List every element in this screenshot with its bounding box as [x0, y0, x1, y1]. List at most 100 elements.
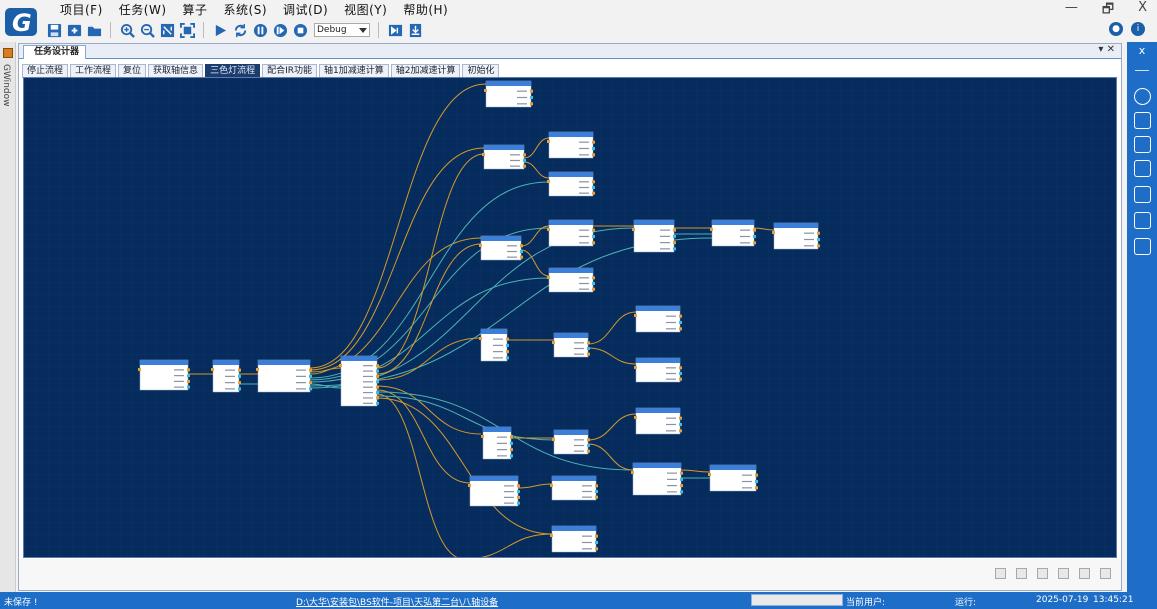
- output-port[interactable]: [592, 153, 595, 157]
- output-port[interactable]: [592, 186, 595, 189]
- zoom-in-icon[interactable]: [119, 22, 135, 38]
- flow-node[interactable]: [339, 355, 379, 407]
- output-port[interactable]: [510, 441, 513, 445]
- output-port[interactable]: [755, 473, 758, 477]
- output-port[interactable]: [679, 429, 682, 433]
- output-port[interactable]: [506, 356, 509, 360]
- paste-icon[interactable]: [1016, 568, 1027, 579]
- output-port[interactable]: [679, 327, 682, 331]
- input-port[interactable]: [481, 435, 484, 438]
- run-icon[interactable]: [212, 22, 228, 38]
- clear-icon[interactable]: [1100, 568, 1111, 579]
- flow-node[interactable]: [772, 222, 820, 250]
- output-port[interactable]: [523, 164, 526, 168]
- menu-item[interactable]: 调试(D): [275, 2, 336, 20]
- flow-node[interactable]: [634, 305, 682, 333]
- menu-item[interactable]: 帮助(H): [395, 2, 456, 20]
- input-port[interactable]: [339, 364, 342, 367]
- restore-button[interactable]: 🗗: [1102, 0, 1114, 22]
- input-port[interactable]: [552, 341, 555, 344]
- output-port[interactable]: [679, 377, 682, 381]
- menu-item[interactable]: 项目(F): [52, 2, 111, 20]
- list-icon[interactable]: [1134, 238, 1151, 255]
- fullscreen-icon[interactable]: [179, 22, 195, 38]
- input-port[interactable]: [256, 368, 259, 371]
- tab-task-designer[interactable]: 任务设计器: [23, 45, 87, 59]
- input-port[interactable]: [211, 368, 214, 371]
- input-port[interactable]: [479, 244, 482, 247]
- debug-mode-select[interactable]: Debug: [314, 23, 370, 37]
- flow-node[interactable]: [634, 357, 682, 383]
- output-port[interactable]: [510, 435, 513, 439]
- menu-item[interactable]: 任务(W): [111, 2, 175, 20]
- flow-node[interactable]: [632, 219, 676, 253]
- flow-tab[interactable]: 轴1加减速计算: [319, 64, 389, 78]
- flow-node[interactable]: [468, 475, 520, 507]
- output-port[interactable]: [510, 454, 513, 458]
- output-port[interactable]: [187, 379, 190, 383]
- output-port[interactable]: [530, 96, 533, 99]
- flow-node[interactable]: [479, 235, 523, 261]
- loop-icon[interactable]: [232, 22, 248, 38]
- input-port[interactable]: [138, 368, 141, 371]
- output-port[interactable]: [592, 276, 595, 280]
- project-path-link[interactable]: D:\大华\安装包\BS软件-项目\天弘第二台\八轴设备: [296, 595, 498, 608]
- step-into-icon[interactable]: [387, 22, 403, 38]
- checklist-icon[interactable]: [1134, 112, 1151, 129]
- output-port[interactable]: [595, 484, 598, 488]
- output-port[interactable]: [592, 140, 595, 144]
- input-port[interactable]: [479, 337, 482, 340]
- output-port[interactable]: [309, 368, 312, 372]
- output-port[interactable]: [680, 471, 683, 475]
- output-port[interactable]: [673, 247, 676, 251]
- output-port[interactable]: [376, 364, 379, 368]
- output-port[interactable]: [587, 438, 590, 442]
- output-port[interactable]: [587, 449, 590, 453]
- delete-icon[interactable]: [1079, 568, 1090, 579]
- output-port[interactable]: [679, 314, 682, 318]
- user-icon[interactable]: ●: [1109, 22, 1123, 36]
- flow-graph[interactable]: [24, 78, 1117, 558]
- input-port[interactable]: [632, 228, 635, 231]
- output-port[interactable]: [376, 401, 379, 405]
- output-port[interactable]: [595, 534, 598, 538]
- output-port[interactable]: [376, 374, 379, 378]
- table-icon[interactable]: [1134, 160, 1151, 177]
- input-port[interactable]: [634, 416, 637, 419]
- clone-icon[interactable]: [1058, 568, 1069, 579]
- output-port[interactable]: [679, 372, 682, 375]
- output-port[interactable]: [376, 380, 379, 384]
- input-port[interactable]: [550, 534, 553, 537]
- output-port[interactable]: [680, 484, 683, 488]
- input-port[interactable]: [631, 471, 634, 474]
- output-port[interactable]: [592, 287, 595, 291]
- warning-icon[interactable]: [1134, 212, 1151, 229]
- output-port[interactable]: [523, 153, 526, 157]
- flow-node[interactable]: [481, 426, 513, 460]
- output-port[interactable]: [587, 341, 590, 345]
- output-port[interactable]: [592, 191, 595, 195]
- output-port[interactable]: [376, 369, 379, 373]
- output-port[interactable]: [309, 374, 312, 378]
- output-port[interactable]: [595, 541, 598, 544]
- flow-node[interactable]: [482, 144, 526, 170]
- input-port[interactable]: [634, 314, 637, 317]
- output-port[interactable]: [238, 381, 241, 385]
- flow-node[interactable]: [138, 359, 190, 391]
- add-icon[interactable]: [66, 22, 82, 38]
- flow-node[interactable]: [552, 332, 590, 358]
- input-port[interactable]: [550, 484, 553, 487]
- flow-tab[interactable]: 初始化: [462, 64, 500, 78]
- input-port[interactable]: [547, 276, 550, 279]
- output-port[interactable]: [187, 385, 190, 389]
- input-port[interactable]: [710, 228, 713, 231]
- output-port[interactable]: [673, 228, 676, 232]
- output-port[interactable]: [238, 374, 241, 378]
- output-port[interactable]: [595, 490, 598, 493]
- output-port[interactable]: [679, 366, 682, 370]
- menu-item[interactable]: 系统(S): [216, 2, 275, 20]
- stop-icon[interactable]: [292, 22, 308, 38]
- flow-tab[interactable]: 三色灯流程: [205, 64, 261, 78]
- input-port[interactable]: [547, 228, 550, 231]
- output-port[interactable]: [755, 480, 758, 483]
